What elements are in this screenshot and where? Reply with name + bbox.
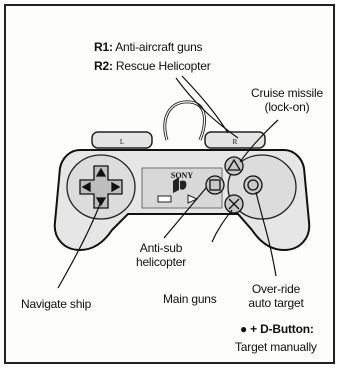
controller-cable [163,100,206,141]
main-guns-label: Main guns [163,292,217,306]
r2-label: R2: Rescue Helicopter [94,59,211,73]
r-button-label: R [233,138,238,146]
controller-diagram: SONY L R [53,75,311,289]
circle-button [243,175,263,195]
brand-logo: SONY [171,171,193,180]
cruise-missile-label: Cruise missile (lock-on) [251,86,323,114]
override-label: Over-ride auto target [248,282,304,310]
select-button [157,195,172,203]
square-button [205,175,225,195]
r1-text: Anti-aircraft guns [115,40,203,54]
r1-label: R1: Anti-aircraft guns [94,40,203,54]
r2-key: R2: [94,59,113,73]
r2-text: Rescue Helicopter [115,59,211,73]
r1-key: R1: [94,40,113,54]
navigate-label: Navigate ship [21,297,92,311]
anti-sub-label: Anti-sub helicopter [135,241,187,269]
target-key-label: ● + D-Button: [240,322,314,336]
l-button-label: L [120,138,124,146]
target-manually-label: Target manually [235,340,317,354]
